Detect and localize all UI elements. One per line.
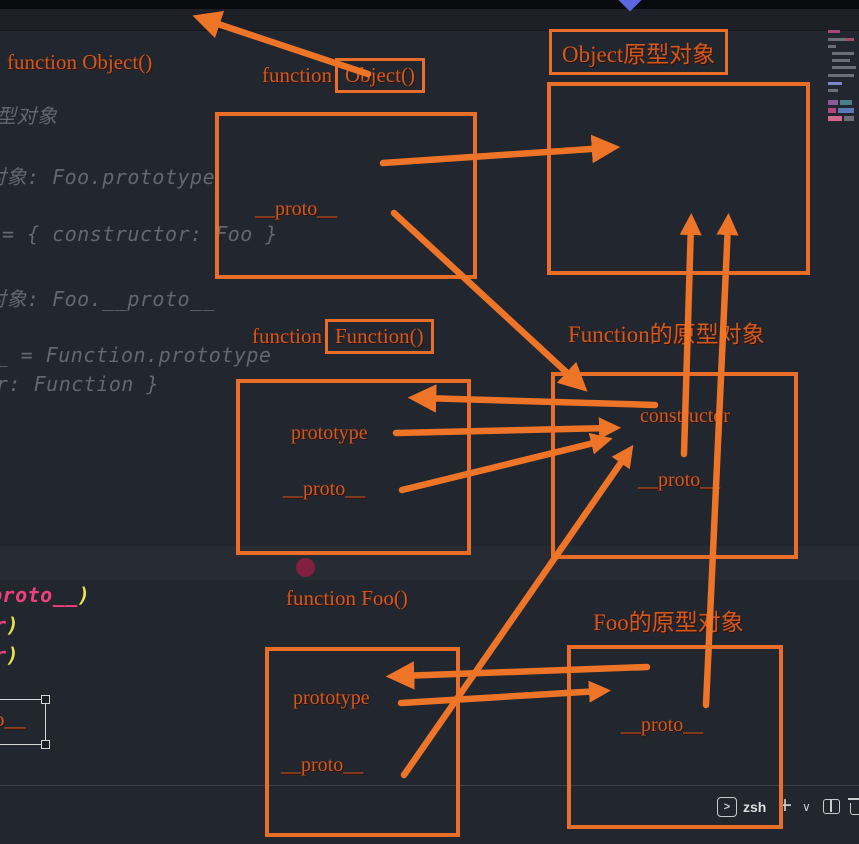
minimap-line <box>832 59 850 62</box>
minimap-line <box>828 45 836 48</box>
vscode-window: 型对象 对象: Foo.prototype = { constructor: F… <box>0 0 859 844</box>
minimap-line <box>828 108 836 113</box>
label-function-object-left: function Object() <box>7 50 152 75</box>
box-function-function <box>238 381 469 553</box>
box-function-prototype <box>553 374 796 557</box>
panel-divider <box>0 785 859 786</box>
code-line: r) <box>0 613 19 637</box>
minimap-line <box>828 116 842 121</box>
label-object-boxed: Object() <box>335 58 425 93</box>
label-function-foo: function Foo() <box>286 586 408 611</box>
field-proto-foo-proto: __proto__ <box>621 714 703 737</box>
label-function-function: function Function() <box>252 315 434 358</box>
kill-terminal-icon[interactable] <box>850 803 859 815</box>
arrow-object-to-object-prototype <box>383 148 606 163</box>
field-prototype-function-fn: prototype <box>291 422 368 445</box>
minimap-line <box>828 82 842 85</box>
field-constructor: constructor <box>640 405 730 428</box>
red-dot-marker <box>296 558 315 577</box>
minimap-line <box>838 108 854 113</box>
split-terminal-icon[interactable] <box>823 799 840 814</box>
terminal-tab-zsh[interactable]: zsh <box>743 799 766 815</box>
minimap-line <box>832 66 856 69</box>
code-line: 对象: Foo.__proto__ <box>0 283 215 312</box>
minimap-line <box>828 74 854 77</box>
arrow-constructor-to-function <box>422 398 655 405</box>
editor-highlight-band <box>0 546 859 580</box>
field-proto-function-proto: __proto__ <box>638 469 720 492</box>
field-proto-foo: __proto__ <box>281 754 363 777</box>
title-bar <box>0 9 859 31</box>
label-function-object: function Object() <box>262 54 425 97</box>
code-line: proto__) <box>0 583 90 607</box>
field-proto-object-fn: __proto__ <box>255 198 337 221</box>
field-proto-function-fn: __proto__ <box>283 478 365 501</box>
annotation-overlay <box>0 0 859 844</box>
label-object-prototype-title: Object原型对象 <box>549 29 728 75</box>
label-function-prototype-title: Function的原型对象 <box>568 315 765 349</box>
label-function-prefix: function <box>252 324 322 349</box>
arrow-constructor-to-foo <box>400 667 647 676</box>
box-function-foo <box>267 649 458 835</box>
label-function-prefix: function <box>262 63 332 88</box>
box-object-prototype <box>549 84 808 273</box>
minimap-line <box>832 52 854 55</box>
box-function-object <box>217 114 475 277</box>
minimap-line <box>844 116 854 121</box>
top-strip <box>0 0 859 9</box>
arrow-foo-prototype-to-foo-proto-box <box>401 691 600 703</box>
minimap[interactable] <box>826 28 859 143</box>
code-line: 型对象 <box>0 100 58 129</box>
code-line: r: Function } <box>0 372 159 396</box>
terminal-dropdown-icon[interactable]: ∨ <box>802 800 811 814</box>
annotation-selection-box[interactable]: o__ <box>0 699 46 745</box>
selection-handle[interactable] <box>41 740 50 749</box>
new-terminal-button[interactable]: + <box>778 792 792 820</box>
arrow-function-proto-to-prototype-box <box>402 441 602 490</box>
code-line: __ = Function.prototype <box>0 343 271 367</box>
terminal-bar: > zsh + ∨ <box>710 793 859 823</box>
field-prototype-foo: prototype <box>293 687 370 710</box>
selected-annotation-text: o__ <box>0 707 26 732</box>
terminal-prompt-icon[interactable]: > <box>717 797 737 817</box>
minimap-line <box>828 30 840 33</box>
code-line: = { constructor: Foo } <box>2 222 278 246</box>
arrow-function-prototype-to-prototype-box <box>396 428 610 433</box>
code-line: r) <box>0 643 19 667</box>
terminal-prompt-glyph: > <box>724 801 730 813</box>
minimap-line <box>846 38 853 41</box>
code-line: 对象: Foo.prototype <box>0 161 215 190</box>
minimap-line <box>840 100 852 105</box>
minimap-line <box>828 100 838 105</box>
label-function-boxed: Function() <box>325 319 434 354</box>
minimap-line <box>828 89 838 92</box>
selection-handle[interactable] <box>41 695 50 704</box>
label-foo-prototype-title: Foo的原型对象 <box>593 603 744 637</box>
